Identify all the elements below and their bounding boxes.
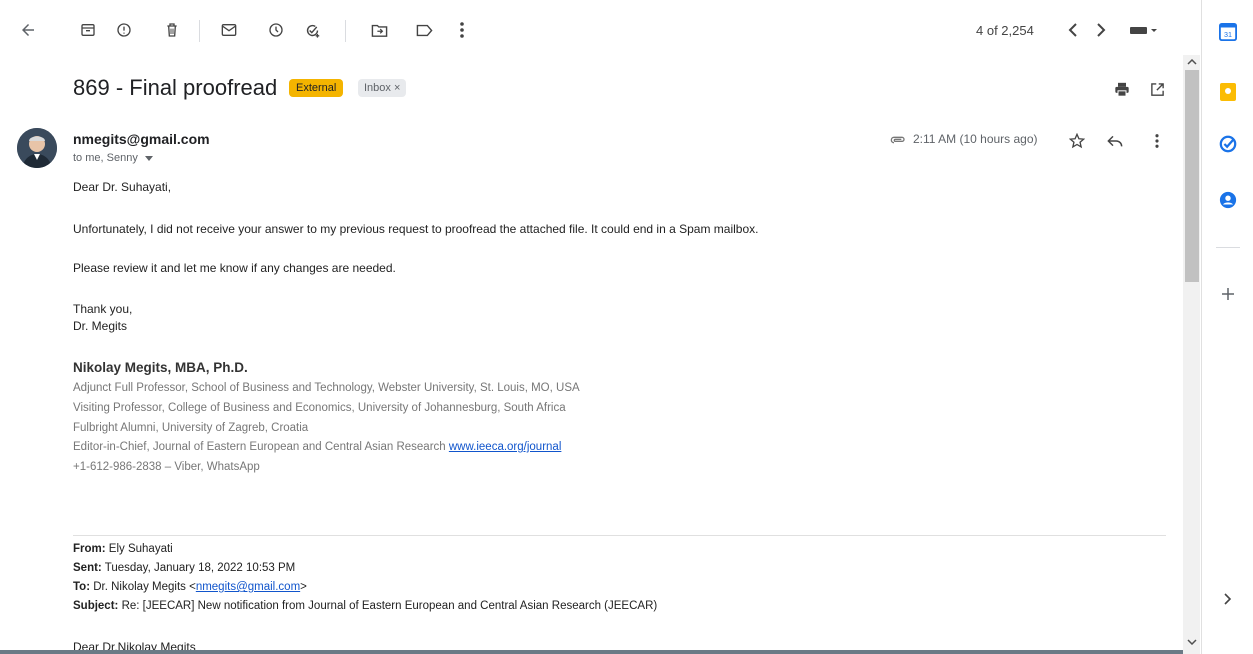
journal-link[interactable]: www.ieeca.org/journal (449, 441, 562, 453)
scroll-down-arrow-icon[interactable] (1184, 636, 1199, 648)
move-to-icon[interactable] (367, 18, 391, 42)
email-toolbar: 4 of 2,254 (0, 0, 1185, 62)
quoted-divider (73, 535, 1166, 536)
email-paragraph: Unfortunately, I did not receive your an… (73, 222, 759, 236)
attachment-icon (888, 133, 908, 147)
inbox-label-tag[interactable]: Inbox × (358, 79, 407, 97)
sender-avatar[interactable] (17, 128, 57, 168)
quoted-sent-value: Tuesday, January 18, 2022 10:53 PM (101, 562, 296, 574)
show-side-panel-chevron-icon[interactable] (1216, 587, 1240, 611)
external-tag: External (289, 79, 344, 97)
label-icon[interactable] (412, 18, 436, 42)
window-bottom-edge (0, 650, 1183, 654)
email-greeting: Dear Dr. Suhayati, (73, 180, 172, 194)
email-paragraph: Please review it and let me know if any … (73, 261, 396, 275)
snooze-clock-icon[interactable] (264, 18, 288, 42)
open-new-window-icon[interactable] (1145, 78, 1169, 100)
newer-chevron-left-icon[interactable] (1061, 18, 1085, 42)
print-icon[interactable] (1110, 78, 1134, 100)
calendar-day-text: 31 (1224, 30, 1232, 39)
keep-icon[interactable] (1216, 80, 1240, 104)
signature-name: Nikolay Megits, MBA, Ph.D. (73, 360, 248, 375)
quoted-subject-label: Subject: (73, 600, 119, 612)
recipients-text: to me, Senny (73, 152, 138, 164)
star-icon[interactable] (1066, 130, 1088, 152)
quoted-sent-label: Sent: (73, 562, 102, 574)
quoted-to-value: Dr. Nikolay Megits < (90, 581, 196, 593)
signature-line: Adjunct Full Professor, School of Busine… (73, 382, 580, 394)
email-subject: 869 - Final proofread (73, 75, 278, 100)
email-closing: Thank you, (73, 302, 133, 316)
calendar-icon[interactable]: 31 (1216, 20, 1240, 44)
signature-line: Fulbright Alumni, University of Zagreb, … (73, 422, 309, 434)
input-tools-keyboard-icon[interactable] (1127, 18, 1161, 42)
signature-journal-line: Editor-in-Chief, Journal of Eastern Euro… (73, 441, 561, 453)
side-panel: 31 (1201, 0, 1253, 654)
get-addons-plus-icon[interactable] (1216, 282, 1240, 306)
tasks-icon[interactable] (1216, 132, 1240, 156)
delete-icon[interactable] (160, 18, 184, 42)
add-to-tasks-icon[interactable] (300, 18, 324, 42)
report-spam-icon[interactable] (112, 18, 136, 42)
show-details-caret-icon[interactable] (144, 155, 153, 161)
quoted-from: From: Ely Suhayati (73, 543, 173, 555)
quoted-to-label: To: (73, 581, 91, 593)
contacts-icon[interactable] (1216, 188, 1240, 212)
signature-journal-text: Editor-in-Chief, Journal of Eastern Euro… (73, 441, 449, 453)
toolbar-divider (345, 20, 346, 42)
recipients-line[interactable]: to me, Senny (73, 152, 153, 164)
side-panel-divider (1216, 247, 1240, 248)
more-options-icon[interactable] (1146, 130, 1168, 152)
quoted-from-value: Ely Suhayati (105, 543, 173, 555)
quoted-to-suffix: > (300, 581, 307, 593)
mark-unread-icon[interactable] (217, 18, 241, 42)
signature-phone: +1-612-986-2838 – Viber, WhatsApp (73, 461, 260, 473)
quoted-sent: Sent: Tuesday, January 18, 2022 10:53 PM (73, 562, 295, 574)
email-timestamp: 2:11 AM (10 hours ago) (913, 132, 1038, 146)
older-chevron-right-icon[interactable] (1089, 18, 1113, 42)
quoted-subject: Subject: Re: [JEECAR] New notification f… (73, 600, 657, 612)
back-arrow-icon[interactable] (16, 18, 40, 42)
quoted-to-email-link[interactable]: nmegits@gmail.com (196, 581, 300, 593)
quoted-to: To: Dr. Nikolay Megits <nmegits@gmail.co… (73, 581, 307, 593)
scroll-up-arrow-icon[interactable] (1184, 56, 1199, 68)
reply-icon[interactable] (1104, 130, 1126, 152)
archive-icon[interactable] (76, 18, 100, 42)
quoted-subject-value: Re: [JEECAR] New notification from Journ… (118, 600, 658, 612)
page-count: 4 of 2,254 (976, 23, 1034, 38)
email-closing-name: Dr. Megits (73, 319, 128, 333)
scrollbar-thumb[interactable] (1185, 70, 1199, 282)
sender-email: nmegits@gmail.com (73, 131, 210, 147)
quoted-from-label: From: (73, 543, 106, 555)
more-vert-icon[interactable] (450, 18, 474, 42)
signature-line: Visiting Professor, College of Business … (73, 402, 566, 414)
toolbar-divider (199, 20, 200, 42)
